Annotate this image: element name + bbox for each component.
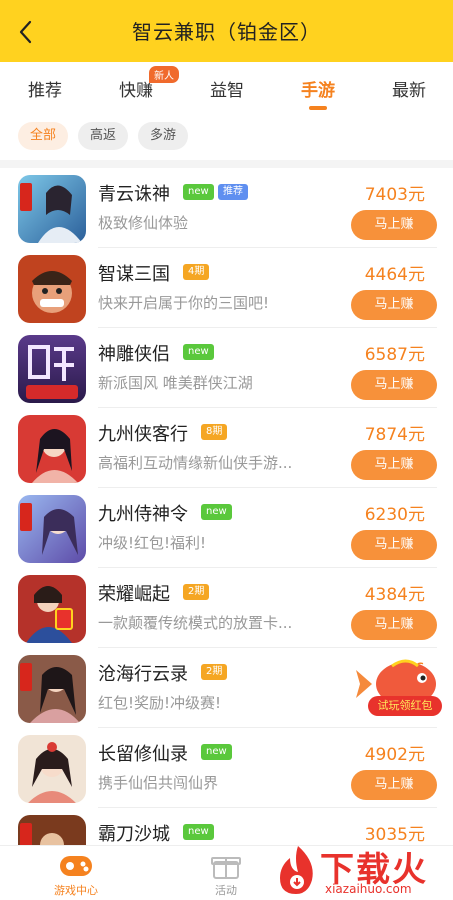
earn-now-button[interactable]: 马上赚 (351, 290, 437, 320)
earn-now-button[interactable]: 马上赚 (351, 370, 437, 400)
game-icon (18, 495, 86, 563)
list-item[interactable]: 荣耀崛起 2期 一款颠覆传统模式的放置卡... 4384元 马上赚 (0, 568, 453, 648)
game-name: 青云诛神 (98, 184, 170, 205)
period-tag: 2期 (201, 664, 228, 680)
game-desc: 一款颠覆传统模式的放置卡... (98, 614, 293, 632)
game-desc: 高福利互动情缘新仙侠手游... (98, 454, 293, 472)
tab-puzzle[interactable]: 益智 (187, 76, 267, 101)
tab-mobile-games[interactable]: 手游 (278, 76, 358, 101)
period-tag: 4期 (183, 264, 210, 280)
game-desc: 极致修仙体验 (98, 214, 189, 232)
game-name: 神雕侠侣 (98, 344, 170, 365)
game-icon (18, 735, 86, 803)
earn-now-button[interactable]: 马上赚 (351, 770, 437, 800)
new-tag: new (183, 344, 214, 360)
reward-amount: 7403元 (364, 185, 425, 205)
gift-icon (211, 857, 241, 879)
nav-activity[interactable]: 活动 (176, 846, 276, 900)
game-desc: 新派国风 唯美群侠江湖 (98, 374, 253, 392)
filter-high-return[interactable]: 高返 (78, 122, 129, 150)
reward-amount: 4902元 (364, 745, 425, 765)
category-tabs: 推荐 快赚 益智 手游 最新 (0, 62, 453, 114)
watermark-url: xiazaihuo.com (325, 882, 412, 896)
game-name: 霸刀沙城 (98, 824, 170, 845)
new-tag: new (183, 824, 214, 840)
nav-label: 游戏中心 (54, 884, 98, 897)
game-desc: 快来开启属于你的三国吧! (98, 294, 270, 312)
list-item[interactable]: 青云诛神 new 推荐 极致修仙体验 7403元 马上赚 (0, 168, 453, 248)
game-icon (18, 175, 86, 243)
earn-now-button[interactable]: 马上赚 (351, 610, 437, 640)
newcomer-badge: 新人 (149, 66, 179, 83)
list-item[interactable]: 九州侍神令 new 冲级!红包!福利! 6230元 马上赚 (0, 488, 453, 568)
game-desc: 冲级!红包!福利! (98, 534, 207, 552)
new-tag: new (201, 744, 232, 760)
reward-amount: 4464元 (364, 265, 425, 285)
game-name: 沧海行云录 (98, 664, 188, 685)
active-tab-indicator (309, 106, 327, 110)
page-title: 智云兼职（铂金区） (132, 20, 321, 44)
earn-now-button[interactable]: 马上赚 (351, 530, 437, 560)
game-icon (18, 655, 86, 723)
tab-latest[interactable]: 最新 (369, 76, 449, 101)
recommend-tag: 推荐 (218, 184, 248, 200)
gamepad-icon (60, 856, 92, 876)
game-icon (18, 335, 86, 403)
list-item[interactable]: 神雕侠侣 new 新派国风 唯美群侠江湖 6587元 马上赚 (0, 328, 453, 408)
game-icon (18, 415, 86, 483)
game-icon (18, 815, 86, 848)
list-item[interactable]: 九州侠客行 8期 高福利互动情缘新仙侠手游... 7874元 马上赚 (0, 408, 453, 488)
trial-red-packet-button[interactable]: 试玩领红包 (368, 696, 442, 716)
period-tag: 8期 (201, 424, 228, 440)
game-name: 九州侍神令 (98, 504, 188, 525)
nav-label: 活动 (215, 884, 237, 897)
new-tag: new (183, 184, 214, 200)
reward-amount: 6230元 (364, 505, 425, 525)
game-name: 九州侠客行 (98, 424, 188, 445)
new-tag: new (201, 504, 232, 520)
earn-now-button[interactable]: 马上赚 (351, 210, 437, 240)
header-bar: 智云兼职（铂金区） (0, 0, 453, 62)
game-desc: 红包!奖励!冲级赛! (98, 694, 222, 712)
filter-multi-game[interactable]: 多游 (138, 122, 189, 150)
reward-amount: 4384元 (364, 585, 425, 605)
period-tag: 2期 (183, 584, 210, 600)
list-item[interactable]: 长留修仙录 new 携手仙侣共闯仙界 4902元 马上赚 (0, 728, 453, 808)
game-desc: 携手仙侣共闯仙界 (98, 774, 219, 792)
game-icon (18, 575, 86, 643)
filter-all[interactable]: 全部 (18, 122, 69, 150)
reward-amount: 7874元 (364, 425, 425, 445)
game-name: 智谋三国 (98, 264, 170, 285)
earn-now-button[interactable]: 马上赚 (351, 450, 437, 480)
reward-amount: 6587元 (364, 345, 425, 365)
game-name: 长留修仙录 (98, 744, 188, 765)
section-divider (0, 160, 453, 168)
game-icon (18, 255, 86, 323)
list-item[interactable]: 智谋三国 4期 快来开启属于你的三国吧! 4464元 马上赚 (0, 248, 453, 328)
tab-recommend[interactable]: 推荐 (5, 76, 85, 101)
game-name: 荣耀崛起 (98, 584, 170, 605)
nav-game-center[interactable]: 游戏中心 (26, 846, 126, 900)
